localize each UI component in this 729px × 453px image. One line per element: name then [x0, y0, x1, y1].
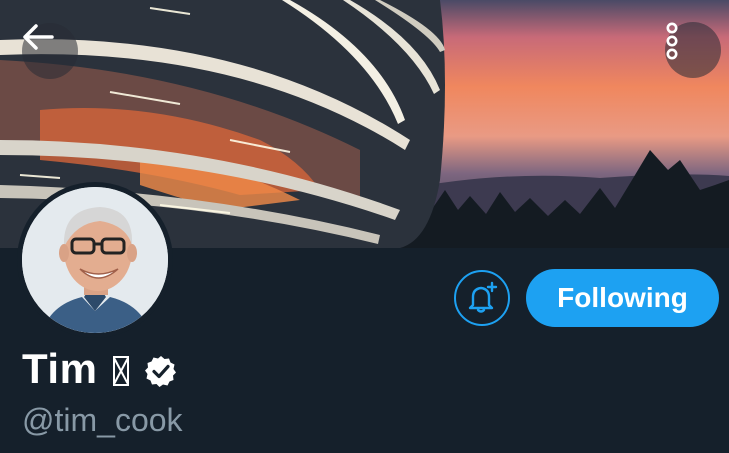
profile-photo [22, 187, 168, 333]
arrow-left-icon [23, 24, 54, 50]
back-button[interactable] [22, 23, 78, 79]
notifications-toggle-button[interactable] [454, 270, 510, 326]
display-name: Tim [22, 345, 98, 392]
more-options-button[interactable] [665, 22, 721, 78]
missing-glyph-icon [113, 356, 130, 386]
avatar[interactable] [22, 187, 168, 333]
verified-badge-icon [145, 356, 177, 387]
avatar-container[interactable] [17, 182, 173, 338]
profile-handle: @tim_cook [22, 402, 183, 438]
following-button[interactable]: Following [526, 269, 719, 327]
profile-name-row: Tim [22, 343, 177, 395]
more-vertical-icon [666, 22, 678, 60]
bell-plus-icon [468, 281, 498, 313]
